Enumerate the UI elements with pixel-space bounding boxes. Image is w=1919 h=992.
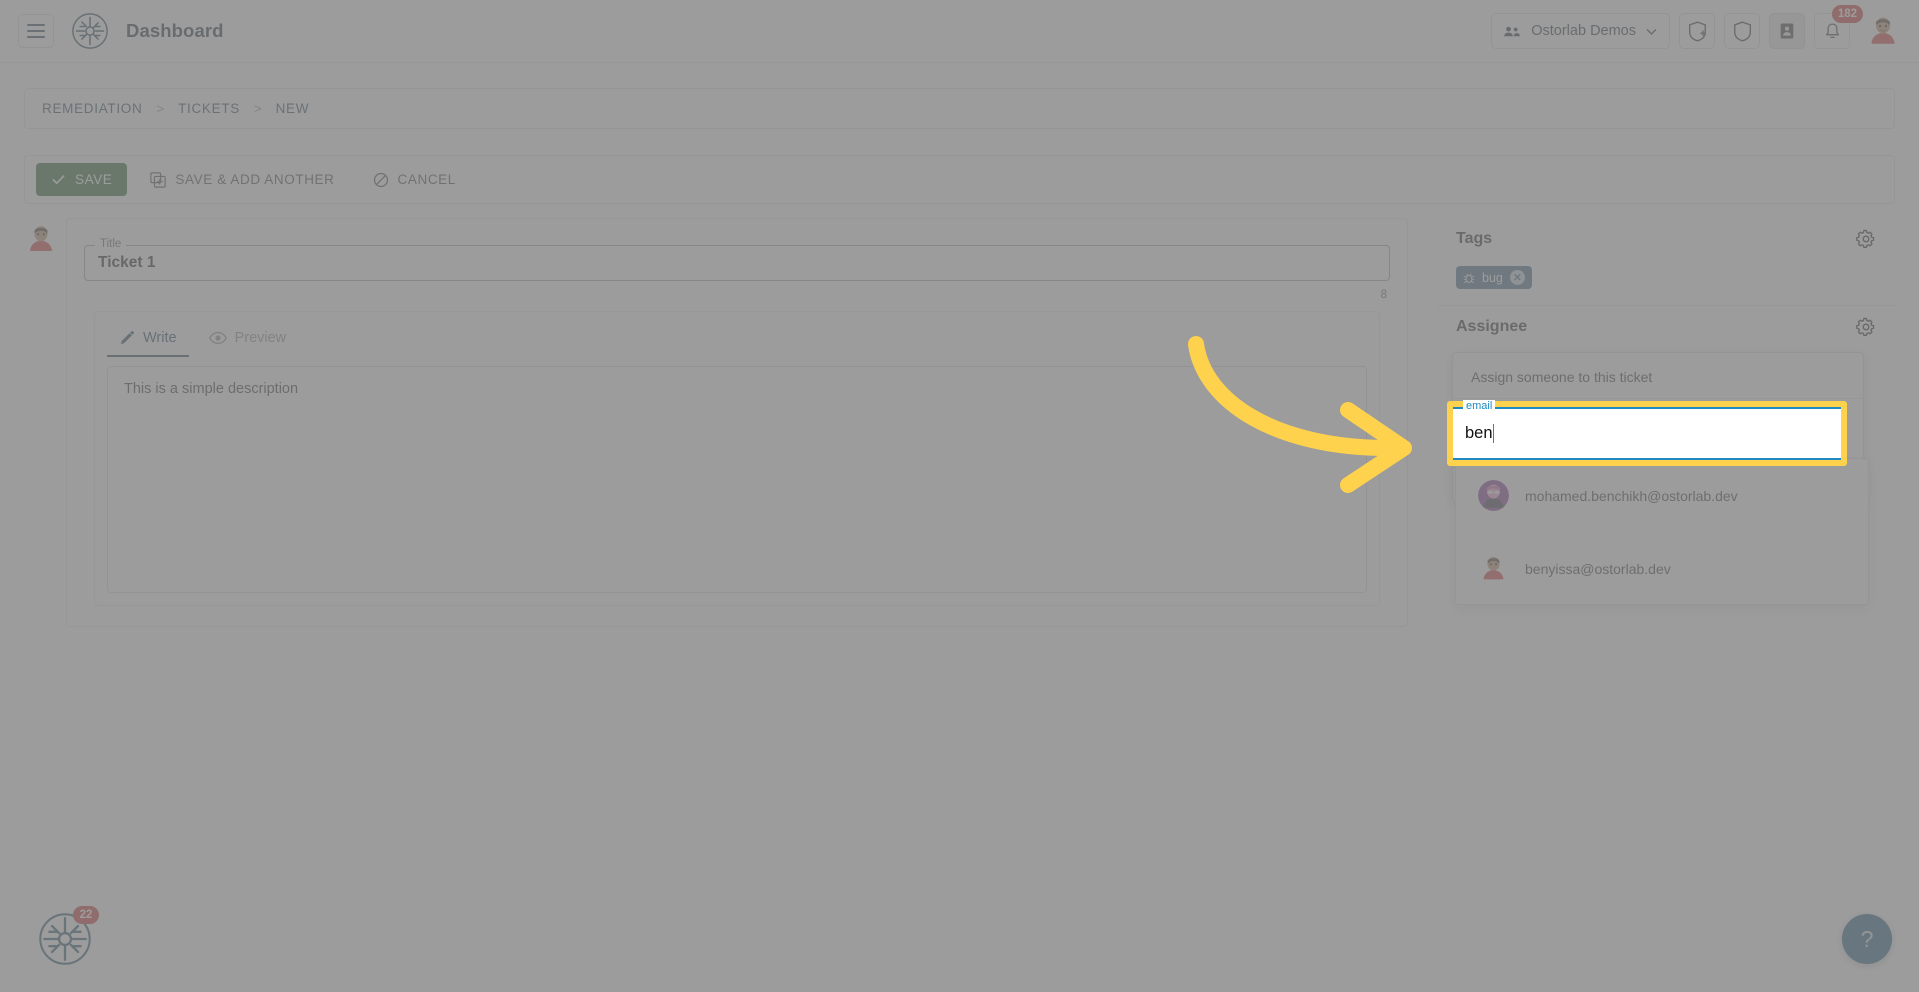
scan-add-icon-button[interactable] [1679,13,1715,49]
breadcrumb-separator: > [253,101,262,116]
tab-preview[interactable]: Preview [197,324,299,357]
email-input-value: ben [1465,424,1493,442]
tickets-icon-button[interactable] [1769,13,1805,49]
suggestion-email: mohamed.benchikh@ostorlab.dev [1525,487,1738,504]
tags-section: Tags bug ✕ [1438,218,1895,306]
shield-icon-button[interactable] [1724,13,1760,49]
assignee-header: Assignee [1456,306,1877,342]
email-input-highlight: email ben [1447,400,1847,466]
author-avatar [24,222,58,256]
avatar[interactable] [1865,13,1901,49]
ostorlab-logo-button[interactable]: 22 [38,906,99,965]
email-input-label: email [1463,400,1496,412]
form-toolbar: SAVE SAVE & ADD ANOTHER CANCEL [24,155,1895,204]
tab-write-label: Write [143,330,177,346]
ticket-side-rail: Tags bug ✕ Assignee [1438,218,1895,992]
block-icon [373,172,388,187]
email-input-bottom-rule [1453,458,1841,460]
bell-icon [1825,22,1839,38]
assignee-section: Assignee [1438,306,1895,342]
breadcrumb-separator: > [156,101,165,116]
tags-header: Tags [1456,218,1877,254]
tag-chip-label: bug [1482,270,1503,285]
bug-icon [1463,273,1475,283]
assignee-suggestions-panel: mohamed.benchikh@ostorlab.dev benyissa@o… [1455,458,1869,605]
save-button[interactable]: SAVE [36,163,128,196]
notification-badge: 182 [1831,5,1863,24]
title-input-label: Title [95,238,127,250]
chevron-down-icon [1646,28,1657,35]
tag-remove-close-icon[interactable]: ✕ [1509,270,1525,285]
page-title: Dashboard [126,20,224,41]
save-button-label: SAVE [75,172,113,187]
assignee-settings-gear-icon[interactable] [1855,316,1877,338]
breadcrumb-item-remediation[interactable]: REMEDIATION [42,101,142,116]
org-selector-label: Ostorlab Demos [1531,23,1636,39]
list-item[interactable]: benyissa@ostorlab.dev [1456,532,1868,605]
text-caret [1492,424,1495,443]
pencil-icon [120,331,134,345]
save-and-add-another-label: SAVE & ADD ANOTHER [175,172,335,187]
tags-list: bug ✕ [1456,254,1877,305]
org-selector[interactable]: Ostorlab Demos [1491,13,1670,49]
help-button[interactable]: ? [1842,914,1892,964]
cancel-button-label: CANCEL [397,172,456,187]
email-input[interactable]: email ben [1453,400,1841,460]
breadcrumb: REMEDIATION > TICKETS > NEW [24,88,1895,129]
avatar [1478,480,1509,511]
editor-tabs: Write Preview [95,312,1379,357]
ticket-icon [1780,23,1794,39]
top-header: Dashboard Ostorlab Demos 182 [0,0,1919,63]
title-input[interactable]: Title Ticket 1 [84,238,1390,281]
description-textarea[interactable]: This is a simple description [107,366,1367,593]
title-char-counter: 8 [1380,289,1387,301]
shield-icon [1733,20,1751,42]
tab-preview-label: Preview [234,330,287,346]
logo-badge: 22 [73,906,99,925]
copy-add-icon [150,171,167,188]
tab-write[interactable]: Write [107,324,189,357]
breadcrumb-item-tickets[interactable]: TICKETS [178,101,240,116]
description-editor: Write Preview This is a simple descripti… [94,311,1380,606]
tags-title: Tags [1456,230,1493,247]
tags-settings-gear-icon[interactable] [1855,228,1877,250]
tag-chip[interactable]: bug ✕ [1456,266,1532,289]
suggestion-email: benyissa@ostorlab.dev [1525,560,1671,577]
breadcrumb-item-new[interactable]: NEW [276,101,310,116]
assignee-title: Assignee [1456,318,1528,335]
avatar [1478,553,1509,584]
shield-plus-icon [1688,20,1706,42]
group-icon [1504,26,1521,36]
title-input-value: Ticket 1 [98,254,156,271]
app-root: Dashboard Ostorlab Demos 182 REMEDIATION… [0,0,1919,992]
hamburger-icon[interactable] [18,14,54,48]
cancel-button[interactable]: CANCEL [358,163,471,196]
eye-icon [208,331,227,345]
assign-popup-title: Assign someone to this ticket [1453,353,1863,399]
email-input-top-rule [1453,407,1841,409]
save-and-add-another-button[interactable]: SAVE & ADD ANOTHER [135,163,349,196]
ostorlab-logo-icon[interactable] [71,12,109,50]
help-button-label: ? [1860,925,1874,952]
check-icon [52,175,65,185]
list-item[interactable]: mohamed.benchikh@ostorlab.dev [1456,459,1868,532]
notifications-icon-button[interactable]: 182 [1814,5,1863,49]
ticket-form-card: Title Ticket 1 8 Write Preview This is a… [66,218,1408,627]
header-actions: Ostorlab Demos 182 [1491,5,1901,49]
